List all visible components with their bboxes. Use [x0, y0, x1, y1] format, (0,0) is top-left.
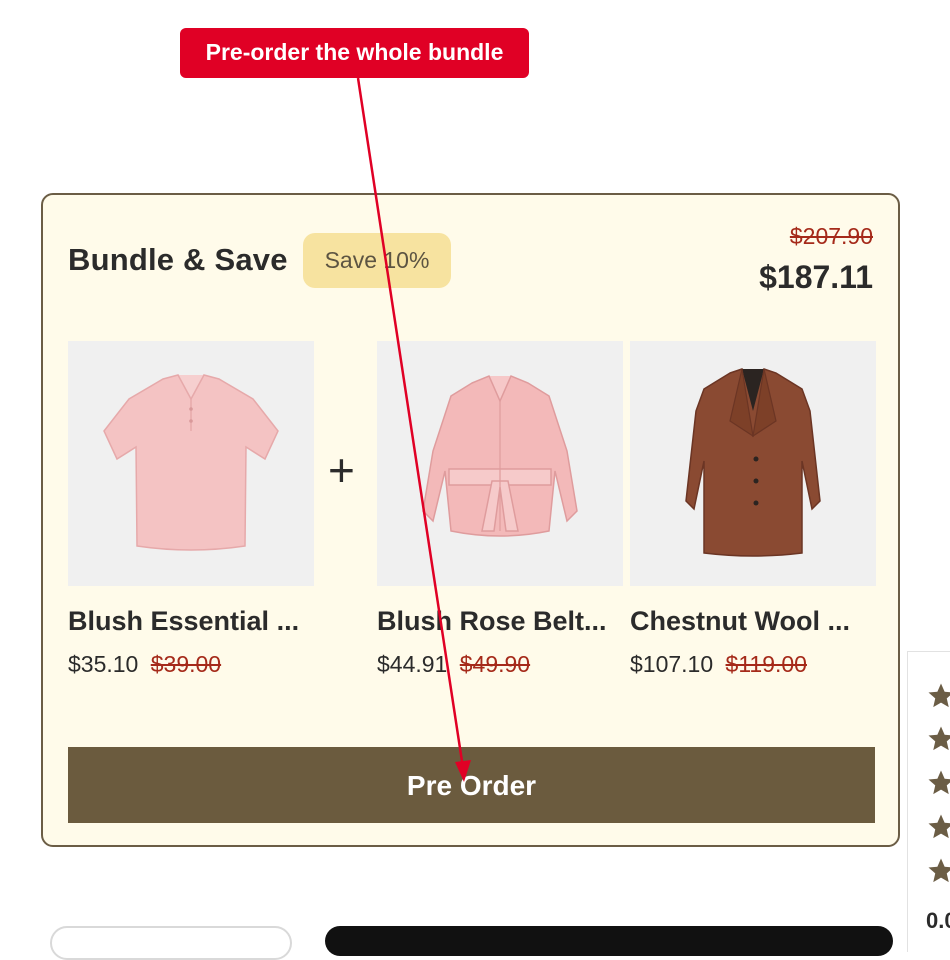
bundle-product[interactable]: Blush Rose Belt... $44.91 $49.90 — [377, 341, 623, 678]
bundle-product[interactable]: Chestnut Wool ... $107.10 $119.00 — [630, 341, 876, 678]
annotation-label: Pre-order the whole bundle — [180, 28, 529, 78]
star-icon — [928, 770, 950, 795]
product-name[interactable]: Chestnut Wool ... — [630, 606, 876, 637]
star-icon — [928, 814, 950, 839]
product-sale-price: $44.91 — [377, 651, 448, 677]
secondary-button-partial[interactable] — [50, 926, 292, 960]
product-sale-price: $35.10 — [68, 651, 139, 677]
bundle-original-price: $207.90 — [789, 223, 873, 249]
product-original-price: $39.00 — [150, 651, 222, 677]
product-prices: $107.10 $119.00 — [630, 651, 876, 678]
discount-badge: Save 10% — [303, 233, 451, 288]
bundle-title: Bundle & Save — [68, 242, 288, 277]
product-original-price: $119.00 — [725, 651, 807, 677]
product-image-brown-coat[interactable] — [630, 341, 876, 586]
plus-icon: + — [328, 444, 355, 496]
product-image-pink-belted-shirt[interactable] — [377, 341, 623, 586]
reviews-panel: 0.0 — [907, 651, 950, 952]
product-image-pink-polo[interactable] — [68, 341, 314, 586]
star-icon — [928, 726, 950, 751]
star-icon — [928, 683, 950, 708]
product-sale-price: $107.10 — [630, 651, 714, 677]
reviews-rating-text: 0.0 — [926, 908, 950, 933]
product-name[interactable]: Blush Rose Belt... — [377, 606, 623, 637]
bundle-product[interactable]: Blush Essential ... $35.10 $39.00 — [68, 341, 314, 678]
bundle-card: Bundle & Save Save 10% $207.90 $187.11 B… — [41, 193, 900, 847]
star-icon — [928, 858, 950, 883]
bundle-total-price: $187.11 — [759, 259, 873, 295]
product-prices: $44.91 $49.90 — [377, 651, 623, 678]
primary-button-partial[interactable] — [325, 926, 893, 956]
pre-order-button[interactable]: Pre Order — [68, 747, 875, 823]
product-name[interactable]: Blush Essential ... — [68, 606, 314, 637]
product-original-price: $49.90 — [459, 651, 531, 677]
product-prices: $35.10 $39.00 — [68, 651, 314, 678]
